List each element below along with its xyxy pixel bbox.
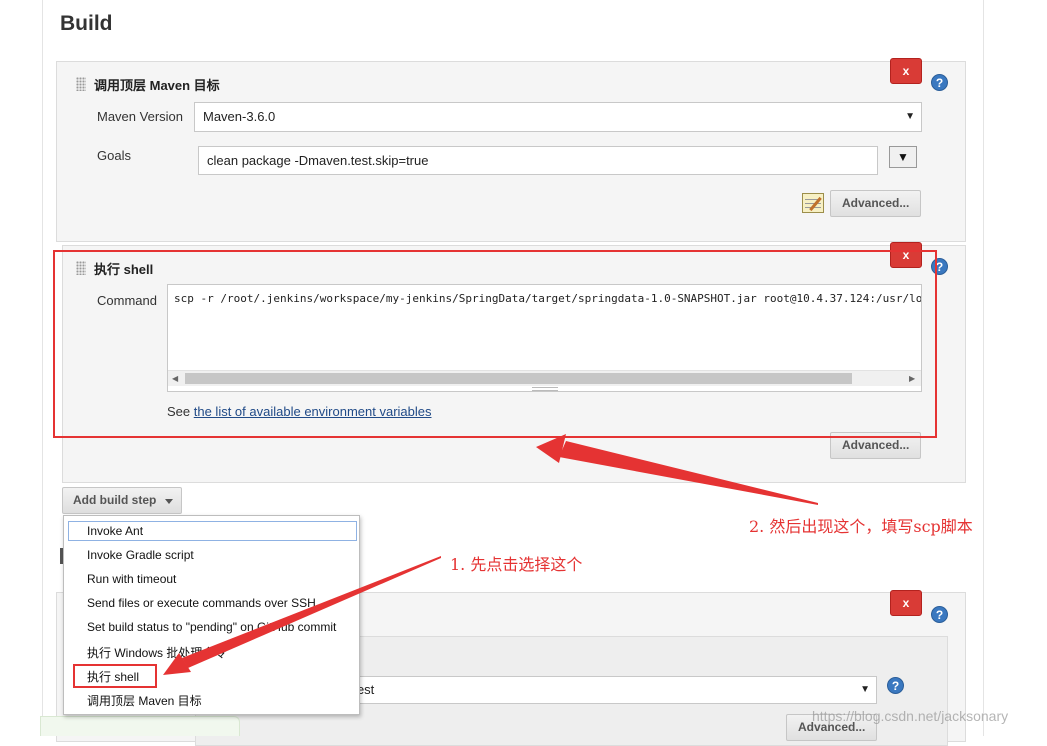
watermark: https://blog.csdn.net/jacksonary <box>812 708 1009 724</box>
annotation-step2: 2. 然后出现这个，填写scp脚本 <box>749 517 973 536</box>
annotation-arrows <box>163 434 818 675</box>
arrow-to-menu-item <box>163 556 441 675</box>
arrow-to-shell-step <box>536 434 818 505</box>
annotation-step1: 1. 先点击选择这个 <box>450 555 583 574</box>
